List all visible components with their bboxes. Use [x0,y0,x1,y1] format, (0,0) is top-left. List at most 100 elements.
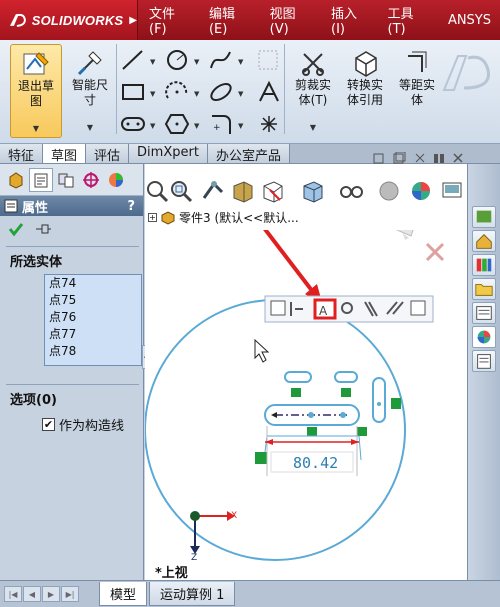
ok-checkmark-icon[interactable] [8,221,24,237]
solidworks-logo[interactable]: SOLIDWORKS ▶ [0,0,138,40]
custom-properties-icon[interactable] [472,350,496,372]
line-tool-icon[interactable] [120,48,146,72]
guide-arrow-icon [263,230,323,306]
list-item[interactable]: 点77 [45,326,141,343]
line-tool-dropdown-icon[interactable]: ▼ [150,58,155,66]
view-orientation-icon[interactable] [260,178,286,204]
display-manager-tab-icon[interactable] [104,168,128,192]
list-item[interactable]: 点78 [45,343,141,360]
smart-dimension-icon [77,51,102,76]
polygon-tool-icon[interactable] [164,112,190,136]
property-manager-tab-icon[interactable] [29,167,53,192]
offset-entities-icon [408,51,427,72]
convert-entities-button[interactable]: 转换实 体引用 [340,44,390,138]
dimension-value[interactable]: 80.42 [293,454,338,472]
smart-dimension-dropdown-icon[interactable]: ▼ [87,120,93,135]
zoom-area-icon[interactable] [168,178,194,204]
rectangle-tool-dropdown-icon[interactable]: ▼ [150,90,155,98]
sketch-small-slot[interactable] [372,377,386,423]
offset-entities-button[interactable]: 等距实 体 [392,44,442,138]
appearances-icon[interactable] [472,326,496,348]
hide-show-items-icon[interactable] [338,178,364,204]
exit-sketch-dropdown-icon[interactable]: ▼ [33,121,39,136]
confirmation-corner-icon[interactable] [389,230,445,262]
menu-view[interactable]: 视图(V) [261,3,322,37]
resources-icon[interactable] [472,206,496,228]
expand-icon[interactable]: + [148,213,157,222]
text-tool-icon[interactable] [256,80,282,104]
selected-entities-list[interactable]: 点74 点75 点76 点77 点78 [44,274,142,366]
tab-office-products[interactable]: 办公室产品 [207,144,290,164]
last-tab-icon[interactable]: ▶| [61,586,79,602]
circle-tool-dropdown-icon[interactable]: ▼ [194,58,199,66]
slot-tool-dropdown-icon[interactable]: ▼ [150,122,155,130]
tab-model[interactable]: 模型 [99,582,148,606]
arc-tool-icon[interactable] [164,80,190,104]
list-item[interactable]: 点76 [45,309,141,326]
point-fillet-tool-icon[interactable]: + [208,112,234,136]
trim-entities-button[interactable]: 剪裁实 体(T) ▼ [288,44,338,138]
menu-edit[interactable]: 编辑(E) [200,3,261,37]
section-view-icon[interactable] [230,178,256,204]
flyout-feature-tree[interactable]: + 零件3 (默认<<默认... [148,209,299,226]
convert-label-1: 转换实 [346,78,383,92]
sketch-canvas[interactable]: 80.42 X Z A [145,230,467,580]
tab-navigation: |◀ ◀ ▶ ▶| [4,586,79,602]
manager-tabs [0,164,143,196]
circle-tool-icon[interactable] [164,48,190,72]
construction-checkbox[interactable]: ✔ [42,418,55,431]
menu-file[interactable]: 文件(F) [140,3,200,37]
menu-insert[interactable]: 插入(I) [322,3,378,37]
spline-tool-icon[interactable] [208,48,234,72]
menu-ansys[interactable]: ANSYS [439,13,500,28]
home-icon[interactable] [472,230,496,252]
ellipse-tool-dropdown-icon[interactable]: ▼ [238,90,243,98]
ds-logo-icon [9,13,26,27]
polygon-tool-dropdown-icon[interactable]: ▼ [194,122,199,130]
tab-sketch[interactable]: 草图 [43,144,87,164]
relation-markers[interactable] [255,371,401,464]
smart-dimension-button[interactable]: 智能尺 寸 ▼ [64,44,116,138]
display-style-icon[interactable] [300,178,326,204]
fillet-tool-dropdown-icon[interactable]: ▼ [238,122,243,130]
view-settings-icon[interactable] [440,178,466,204]
apply-scene-icon[interactable] [408,178,434,204]
tab-evaluate[interactable]: 评估 [86,144,130,164]
exit-sketch-button[interactable]: 退出草 图 ▼ [10,44,62,138]
menu-tools[interactable]: 工具(T) [379,3,439,37]
next-tab-icon[interactable]: ▶ [42,586,60,602]
design-library-icon[interactable] [472,254,496,276]
pin-icon[interactable] [34,222,52,236]
list-item[interactable]: 点74 [45,275,141,292]
construction-checkbox-row[interactable]: ✔ 作为构造线 [6,412,139,434]
tab-dimxpert[interactable]: DimXpert [129,144,208,163]
convert-label-2: 体引用 [346,93,383,107]
selected-entities-group: 所选实体 点74 点75 点76 点77 点78 [6,246,142,366]
rectangle-tool-icon[interactable] [120,80,146,104]
previous-view-icon[interactable] [200,178,226,204]
trim-dropdown-icon[interactable]: ▼ [310,120,316,135]
file-explorer-icon[interactable] [472,278,496,300]
configuration-manager-tab-icon[interactable] [54,168,78,192]
tab-motion-study[interactable]: 运动算例 1 [149,582,236,606]
edit-appearance-icon[interactable] [376,178,402,204]
spline-tool-dropdown-icon[interactable]: ▼ [238,58,243,66]
point-tool-icon[interactable] [256,112,282,136]
prev-tab-icon[interactable]: ◀ [23,586,41,602]
logo-menu-arrow-icon: ▶ [129,14,137,26]
feature-manager-tab-icon[interactable] [4,168,28,192]
first-tab-icon[interactable]: |◀ [4,586,22,602]
offset-label-1: 等距实 [398,78,435,92]
dimxpert-manager-tab-icon[interactable] [79,168,103,192]
help-button[interactable]: ? [127,199,135,214]
view-palette-icon[interactable] [472,302,496,324]
sketch-slot[interactable] [264,404,360,426]
ellipse-tool-icon[interactable] [208,80,234,104]
arc-tool-dropdown-icon[interactable]: ▼ [194,90,199,98]
title-bar: SOLIDWORKS ▶ 文件(F) 编辑(E) 视图(V) 插入(I) 工具(… [0,0,500,40]
zoom-to-fit-icon[interactable] [144,178,170,204]
tab-features[interactable]: 特征 [0,144,44,164]
slot-tool-icon[interactable] [120,112,146,136]
sketch-fillet-icon[interactable] [256,48,282,72]
list-item[interactable]: 点75 [45,292,141,309]
